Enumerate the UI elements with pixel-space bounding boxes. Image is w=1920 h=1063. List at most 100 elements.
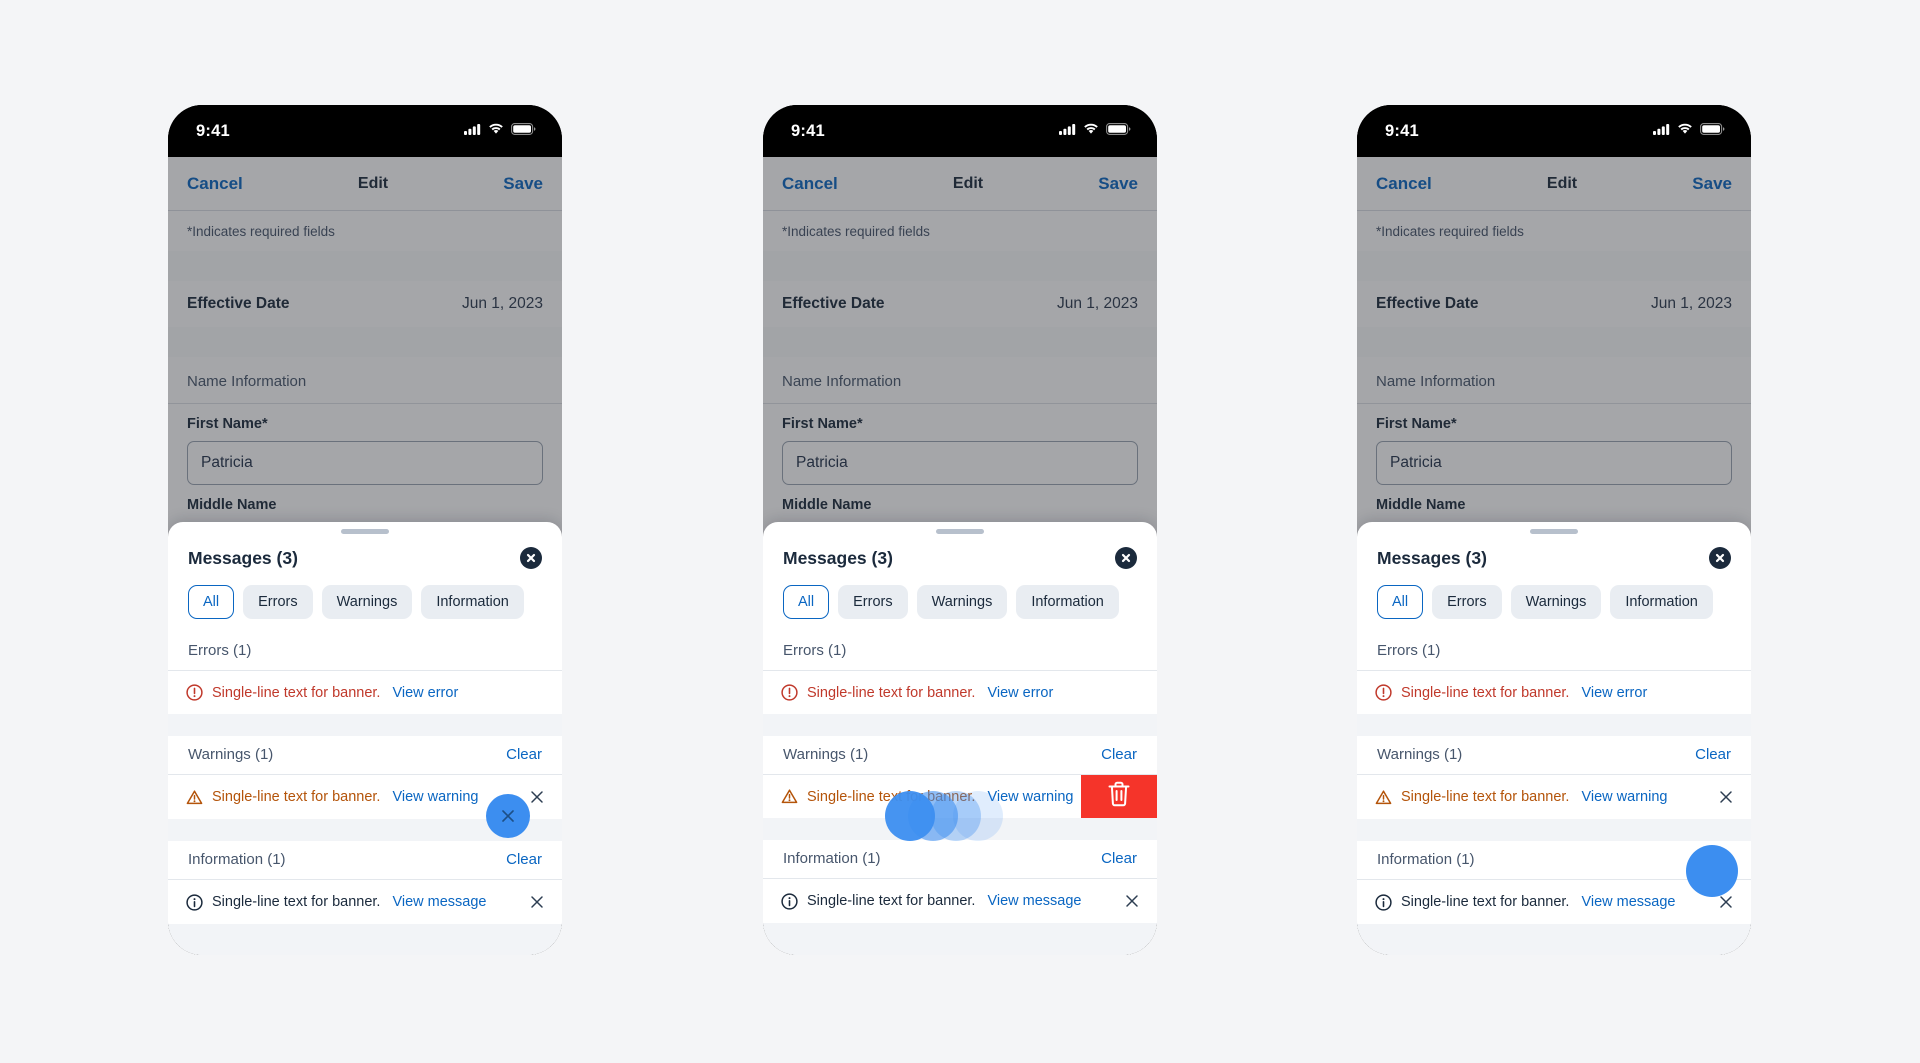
warning-view-link[interactable]: View warning [987, 789, 1073, 805]
close-circle-icon[interactable] [1115, 547, 1137, 569]
first-name-label: First Name* [187, 416, 268, 432]
warning-row-dismiss-button[interactable] [528, 788, 546, 806]
warning-row-dismiss-button[interactable] [1717, 788, 1735, 806]
effective-date-row[interactable]: Effective Date Jun 1, 2023 [763, 281, 1157, 327]
error-message-row[interactable]: Single-line text for banner. View error [763, 671, 1157, 714]
device-screen-2: 9:41 Cancel Edit Save *Indicates require… [763, 105, 1157, 955]
effective-date-value: Jun 1, 2023 [1056, 295, 1138, 312]
warning-row-delete-action[interactable] [1081, 775, 1157, 818]
warnings-group-label: Warnings (1) [1377, 746, 1463, 763]
information-group-label: Information (1) [1377, 851, 1475, 868]
information-row-dismiss-button[interactable] [528, 893, 546, 911]
list-gap-1 [168, 714, 562, 736]
information-clear-link[interactable]: Clear [1695, 851, 1731, 868]
messages-list-2: Errors (1) Single-line text for banner. … [763, 632, 1157, 955]
first-name-input[interactable]: Patricia [187, 441, 543, 485]
close-circle-icon[interactable] [1709, 547, 1731, 569]
first-name-field-block: First Name* Patricia [763, 404, 1157, 485]
warnings-group-header: Warnings (1) Clear [168, 736, 562, 775]
info-circle-icon [781, 892, 798, 910]
wifi-icon [1083, 122, 1099, 140]
cancel-button[interactable]: Cancel [1376, 174, 1432, 194]
information-row-dismiss-button[interactable] [1123, 892, 1141, 910]
information-clear-link[interactable]: Clear [506, 851, 542, 868]
warning-message-row[interactable]: Single-line text for banner. View warnin… [763, 775, 1157, 818]
battery-icon [1700, 122, 1725, 140]
first-name-input[interactable]: Patricia [1376, 441, 1732, 485]
filter-chip-all[interactable]: All [188, 585, 235, 619]
information-message-row[interactable]: Single-line text for banner. View messag… [168, 880, 562, 924]
list-gap-2 [763, 818, 1157, 840]
effective-date-row[interactable]: Effective Date Jun 1, 2023 [1357, 281, 1751, 327]
warnings-clear-link[interactable]: Clear [1101, 746, 1137, 763]
effective-date-value: Jun 1, 2023 [461, 295, 543, 312]
filter-chip-warnings[interactable]: Warnings [321, 585, 413, 619]
form-navbar-3: Cancel Edit Save [1357, 157, 1751, 211]
filter-chip-errors[interactable]: Errors [838, 585, 908, 619]
filter-chip-errors[interactable]: Errors [1432, 585, 1502, 619]
list-gap-2 [168, 819, 562, 841]
effective-date-label: Effective Date [782, 295, 885, 312]
filter-chip-group-2: All Errors Warnings Information [763, 579, 1157, 632]
name-information-header: Name Information [1357, 357, 1751, 404]
page-title: Edit [1546, 174, 1578, 192]
warning-triangle-icon [186, 789, 203, 806]
required-fields-note: *Indicates required fields [168, 211, 562, 251]
filter-chip-all[interactable]: All [783, 585, 830, 619]
information-message-row[interactable]: Single-line text for banner. View messag… [763, 879, 1157, 923]
phone-mockup-2: 9:41 Cancel Edit Save *Indicates require… [763, 105, 1157, 955]
effective-date-label: Effective Date [1376, 295, 1479, 312]
status-bar-3: 9:41 [1357, 105, 1751, 157]
save-button[interactable]: Save [503, 174, 543, 194]
status-icons-3 [1653, 122, 1725, 140]
warning-message-row[interactable]: Single-line text for banner. View warnin… [1357, 775, 1751, 819]
warnings-clear-link[interactable]: Clear [1695, 746, 1731, 763]
middle-name-label: Middle Name [782, 497, 872, 513]
cancel-button[interactable]: Cancel [782, 174, 838, 194]
status-bar-1: 9:41 [168, 105, 562, 157]
first-name-input[interactable]: Patricia [782, 441, 1138, 485]
warning-view-link[interactable]: View warning [1581, 789, 1667, 805]
error-message-row[interactable]: Single-line text for banner. View error [1357, 671, 1751, 714]
sheet-header-3: Messages (3) [1357, 534, 1751, 579]
save-button[interactable]: Save [1692, 174, 1732, 194]
warning-message-row[interactable]: Single-line text for banner. View warnin… [168, 775, 562, 819]
first-name-label: First Name* [1376, 416, 1457, 432]
information-group-header: Information (1) Clear [1357, 841, 1751, 880]
information-clear-link[interactable]: Clear [1101, 850, 1137, 867]
filter-chip-information[interactable]: Information [421, 585, 524, 619]
page-title: Edit [952, 174, 984, 192]
cellular-signal-icon [1653, 122, 1670, 140]
warnings-clear-link[interactable]: Clear [506, 746, 542, 763]
close-circle-icon[interactable] [520, 547, 542, 569]
save-button[interactable]: Save [1098, 174, 1138, 194]
effective-date-row[interactable]: Effective Date Jun 1, 2023 [168, 281, 562, 327]
error-message-row[interactable]: Single-line text for banner. View error [168, 671, 562, 714]
information-message-text: Single-line text for banner. [807, 893, 976, 909]
information-view-link[interactable]: View message [987, 893, 1081, 909]
information-view-link[interactable]: View message [392, 894, 486, 910]
information-row-dismiss-button[interactable] [1717, 893, 1735, 911]
filter-chip-information[interactable]: Information [1610, 585, 1713, 619]
error-circle-icon [781, 684, 798, 701]
filter-chip-information[interactable]: Information [1016, 585, 1119, 619]
filter-chip-warnings[interactable]: Warnings [1510, 585, 1602, 619]
information-view-link[interactable]: View message [1581, 894, 1675, 910]
error-view-link[interactable]: View error [1581, 685, 1647, 701]
filter-chip-errors[interactable]: Errors [243, 585, 313, 619]
name-information-header: Name Information [763, 357, 1157, 404]
status-icons [464, 122, 536, 140]
device-screen-1: 9:41 Cancel Edit Save *Indicates require… [168, 105, 562, 955]
sheet-title: Messages (3) [783, 547, 893, 568]
cancel-button[interactable]: Cancel [187, 174, 243, 194]
warning-view-link[interactable]: View warning [392, 789, 478, 805]
error-view-link[interactable]: View error [987, 685, 1053, 701]
information-message-row[interactable]: Single-line text for banner. View messag… [1357, 880, 1751, 924]
phone-mockup-1: 9:41 Cancel Edit Save *Indicates require… [168, 105, 562, 955]
band-spacer [1357, 251, 1751, 281]
effective-date-value: Jun 1, 2023 [1650, 295, 1732, 312]
error-view-link[interactable]: View error [392, 685, 458, 701]
band-spacer-2 [1357, 327, 1751, 357]
filter-chip-warnings[interactable]: Warnings [916, 585, 1008, 619]
filter-chip-all[interactable]: All [1377, 585, 1424, 619]
